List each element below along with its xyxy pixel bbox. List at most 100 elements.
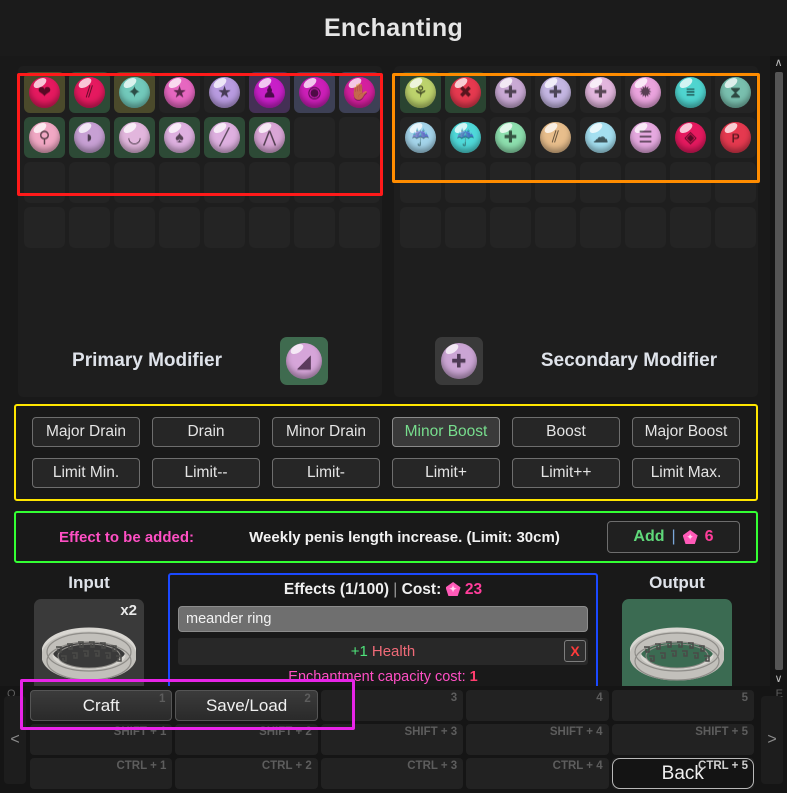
empty-slot[interactable] xyxy=(159,162,200,203)
empty-slot[interactable] xyxy=(339,117,380,158)
hotbar-slot[interactable]: 3 xyxy=(320,690,464,721)
ingredient-slot[interactable]: ⋀ xyxy=(249,117,290,158)
ingredient-slot[interactable]: ✋ xyxy=(339,72,380,113)
scroll-up-icon[interactable]: ∧ xyxy=(774,56,782,70)
secondary-modifier-slot[interactable]: ✚ xyxy=(434,337,483,385)
empty-slot[interactable] xyxy=(580,162,621,203)
hotbar-slot[interactable]: 2Save/Load 2 xyxy=(175,690,318,721)
modifier-button-limit[interactable]: Limit+ xyxy=(392,457,500,488)
empty-slot[interactable] xyxy=(715,162,756,203)
hotbar-slot[interactable]: CTRL + 1 xyxy=(30,758,173,789)
ingredient-slot[interactable]: ✚ xyxy=(490,72,531,113)
ingredient-slot[interactable]: ✹ xyxy=(625,72,666,113)
empty-slot[interactable] xyxy=(24,162,65,203)
hotbar-slot[interactable]: CTRL + 5BackCTRL + 5 xyxy=(611,758,754,789)
item-name-input[interactable] xyxy=(178,606,588,632)
empty-slot[interactable] xyxy=(339,162,380,203)
empty-slot[interactable] xyxy=(715,207,756,248)
empty-slot[interactable] xyxy=(670,207,711,248)
ingredient-slot[interactable]: ♟ xyxy=(249,72,290,113)
empty-slot[interactable] xyxy=(580,207,621,248)
ingredient-slot[interactable]: ★ xyxy=(204,72,245,113)
hotbar-slot[interactable]: SHIFT + 5 xyxy=(611,724,754,755)
hotbar-slot[interactable]: SHIFT + 2 xyxy=(175,724,318,755)
hotbar-slot[interactable]: 4 xyxy=(466,690,609,721)
ingredient-slot[interactable]: ╱ xyxy=(204,117,245,158)
modifier-button-limit-max[interactable]: Limit Max. xyxy=(632,457,740,488)
empty-slot[interactable] xyxy=(339,207,380,248)
empty-slot[interactable] xyxy=(445,207,486,248)
remove-effect-button[interactable]: X xyxy=(564,640,586,662)
empty-slot[interactable] xyxy=(535,162,576,203)
empty-slot[interactable] xyxy=(249,162,290,203)
scrollbar-thumb[interactable] xyxy=(774,72,783,670)
modifier-button-limit-min[interactable]: Limit Min. xyxy=(32,457,140,488)
ingredient-slot[interactable]: ✚ xyxy=(490,117,531,158)
empty-slot[interactable] xyxy=(670,162,711,203)
hotbar-slot[interactable]: SHIFT + 1 xyxy=(30,724,173,755)
empty-slot[interactable] xyxy=(490,162,531,203)
empty-slot[interactable] xyxy=(294,117,335,158)
modifier-button-limit[interactable]: Limit- xyxy=(272,457,380,488)
empty-slot[interactable] xyxy=(24,207,65,248)
ingredient-slot[interactable]: ☔ xyxy=(445,117,486,158)
ingredient-slot[interactable]: ★ xyxy=(159,72,200,113)
hotbar-slot[interactable]: 1Craft 1 xyxy=(30,690,173,721)
modifier-button-minor-boost[interactable]: Minor Boost xyxy=(392,417,500,448)
hotbar-button-craft[interactable]: Craft 1 xyxy=(30,690,173,721)
modifier-button-minor-drain[interactable]: Minor Drain xyxy=(272,417,380,448)
ingredient-slot[interactable]: ✚ xyxy=(580,72,621,113)
ingredient-slot[interactable]: ♠ xyxy=(159,117,200,158)
empty-slot[interactable] xyxy=(69,162,110,203)
modifier-button-boost[interactable]: Boost xyxy=(512,417,620,448)
empty-slot[interactable] xyxy=(204,162,245,203)
empty-slot[interactable] xyxy=(249,207,290,248)
empty-slot[interactable] xyxy=(400,162,441,203)
modifier-button-limit[interactable]: Limit++ xyxy=(512,457,620,488)
empty-slot[interactable] xyxy=(535,207,576,248)
empty-slot[interactable] xyxy=(69,207,110,248)
modifier-button-major-boost[interactable]: Major Boost xyxy=(632,417,740,448)
ingredient-slot[interactable]: ◗ xyxy=(69,117,110,158)
ingredient-slot[interactable]: ◉ xyxy=(294,72,335,113)
modifier-button-limit[interactable]: Limit-- xyxy=(152,457,260,488)
empty-slot[interactable] xyxy=(159,207,200,248)
vertical-scrollbar[interactable]: ∧ ∨ xyxy=(770,56,787,686)
primary-slot-grid[interactable]: ❤ ⫽ ✦ ★ ★ ♟ ◉ ✋ ⚲ ◗ ◡ ♠ ╱ ⋀ xyxy=(24,72,380,248)
hotbar-slot[interactable]: SHIFT + 4 xyxy=(466,724,609,755)
ingredient-slot[interactable]: ⧗ xyxy=(715,72,756,113)
hotbar-slot[interactable]: CTRL + 4 xyxy=(466,758,609,789)
ingredient-slot[interactable]: ⚲ xyxy=(24,117,65,158)
empty-slot[interactable] xyxy=(400,207,441,248)
hotbar-prev-page-button[interactable]: < xyxy=(4,696,26,784)
ingredient-slot[interactable]: ⫽ xyxy=(69,72,110,113)
ingredient-slot[interactable]: ᴘ xyxy=(715,117,756,158)
secondary-slot-grid[interactable]: ⚘ ✖ ✚ ✚ ✚ ✹ ≡ ⧗ ☔ ☔ ✚ ⫽ ☁ ☰ ◈ ᴘ xyxy=(400,72,756,248)
hotbar-next-page-button[interactable]: > xyxy=(761,696,783,784)
ingredient-slot[interactable]: ✦ xyxy=(114,72,155,113)
empty-slot[interactable] xyxy=(114,162,155,203)
ingredient-slot[interactable]: ⫽ xyxy=(535,117,576,158)
primary-modifier-slot[interactable]: ◢ xyxy=(279,337,328,385)
ingredient-slot[interactable]: ☰ xyxy=(625,117,666,158)
empty-slot[interactable] xyxy=(294,162,335,203)
ingredient-slot[interactable]: ☔ xyxy=(400,117,441,158)
scroll-down-icon[interactable]: ∨ xyxy=(774,672,782,686)
hotbar-slot[interactable]: SHIFT + 3 xyxy=(320,724,464,755)
ingredient-slot[interactable]: ✚ xyxy=(535,72,576,113)
ingredient-slot[interactable]: ❤ xyxy=(24,72,65,113)
modifier-button-drain[interactable]: Drain xyxy=(152,417,260,448)
ingredient-slot[interactable]: ◈ xyxy=(670,117,711,158)
empty-slot[interactable] xyxy=(490,207,531,248)
ingredient-slot[interactable]: ✖ xyxy=(445,72,486,113)
hotbar-button-save-load[interactable]: Save/Load 2 xyxy=(175,690,318,721)
ingredient-slot[interactable]: ≡ xyxy=(670,72,711,113)
hotbar-button-back[interactable]: Back CTRL + 5 xyxy=(611,758,754,789)
ingredient-slot[interactable]: ☁ xyxy=(580,117,621,158)
empty-slot[interactable] xyxy=(445,162,486,203)
hotbar-slot[interactable]: CTRL + 3 xyxy=(320,758,464,789)
hotbar-slot[interactable]: CTRL + 2 xyxy=(175,758,318,789)
empty-slot[interactable] xyxy=(114,207,155,248)
empty-slot[interactable] xyxy=(625,207,666,248)
empty-slot[interactable] xyxy=(625,162,666,203)
